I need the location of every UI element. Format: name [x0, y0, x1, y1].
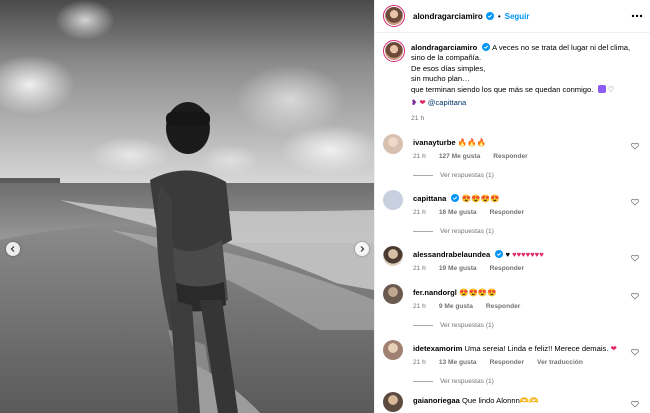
- commenter-avatar[interactable]: [383, 246, 403, 266]
- red-heart-emoji: ❤: [610, 344, 617, 353]
- post-photo[interactable]: [0, 0, 374, 413]
- caption-line: De esos días simples,: [411, 63, 486, 73]
- heart-outline-icon[interactable]: [631, 254, 639, 262]
- comment-time: 21 h: [413, 209, 426, 216]
- reply-button[interactable]: Responder: [490, 265, 524, 272]
- commenter-username[interactable]: ivanayturbe: [413, 138, 456, 147]
- commenter-avatar[interactable]: [383, 392, 403, 412]
- caption-mention-link[interactable]: @capittana: [428, 98, 467, 108]
- heart-outline-icon[interactable]: [631, 198, 639, 206]
- more-options-icon[interactable]: [631, 10, 643, 22]
- comment-likes[interactable]: 127 Me gusta: [439, 153, 480, 160]
- comment-text: Uma sereia! Linda e feliz!! Merece demai…: [464, 344, 609, 353]
- comment-time: 21 h: [413, 153, 426, 160]
- caption-line: que terminan siendo los que más se queda…: [411, 84, 594, 94]
- comments-scroll-area[interactable]: alondragarciamiro A veces no se trata de…: [375, 34, 650, 413]
- comment-likes[interactable]: 13 Me gusta: [439, 359, 477, 366]
- separator-dot: •: [497, 11, 501, 21]
- post-details-panel: alondragarciamiro • Seguir alondragarcia…: [374, 0, 650, 413]
- black-heart-emoji: ♥: [505, 250, 511, 259]
- view-replies-button[interactable]: Ver respuestas (1): [413, 172, 494, 179]
- previous-image-button[interactable]: [6, 242, 20, 256]
- author-avatar[interactable]: [383, 5, 405, 27]
- comment-time: 21 h: [413, 359, 426, 366]
- comment-text: 🔥🔥🔥: [457, 138, 487, 147]
- caption-line: sin mucho plan…: [411, 74, 470, 84]
- verified-badge-icon: [451, 194, 460, 202]
- comment-text: Que lindo Alonnn🫶🫶: [461, 396, 539, 405]
- red-heart-emoji: ❤: [419, 98, 426, 108]
- translate-button[interactable]: Ver traducción: [537, 359, 583, 366]
- caption-line: A veces no se trata del lugar ni del cli…: [492, 43, 631, 52]
- comment-likes[interactable]: 9 Me gusta: [439, 303, 473, 310]
- commenter-avatar[interactable]: [383, 134, 403, 154]
- heart-outline-icon[interactable]: [631, 348, 639, 356]
- post-modal: alondragarciamiro • Seguir alondragarcia…: [0, 0, 650, 413]
- commenter-username[interactable]: idetexamorim: [413, 344, 462, 353]
- next-image-button[interactable]: [355, 242, 369, 256]
- comment-text: 😍😍😍😍: [461, 194, 500, 203]
- comment-text: 😍😍😍😍: [459, 288, 497, 297]
- follow-button[interactable]: Seguir: [505, 12, 530, 21]
- commenter-avatar[interactable]: [383, 340, 403, 360]
- view-replies-button[interactable]: Ver respuestas (1): [413, 378, 494, 385]
- chevron-left-icon: [10, 246, 15, 252]
- commenter-username[interactable]: capittana: [413, 194, 446, 203]
- comment-text: ♥♥♥♥♥♥♥: [512, 250, 544, 259]
- heart-outline-icon[interactable]: [631, 142, 639, 150]
- verified-badge-icon: [485, 12, 494, 20]
- commenter-avatar[interactable]: [383, 190, 403, 210]
- view-replies-button[interactable]: Ver respuestas (1): [413, 228, 494, 235]
- commenter-username[interactable]: fer.nandorgl: [413, 288, 457, 297]
- caption-timestamp: 21 h: [411, 115, 425, 123]
- comment-likes[interactable]: 16 Me gusta: [439, 209, 477, 216]
- caption-author-avatar[interactable]: [383, 40, 405, 62]
- caption-username[interactable]: alondragarciamiro: [411, 43, 477, 52]
- caption-line: sino de la compañía.: [411, 53, 482, 63]
- author-username[interactable]: alondragarciamiro: [413, 12, 483, 21]
- verified-badge-icon: [495, 250, 504, 258]
- comment-time: 21 h: [413, 303, 426, 310]
- heart-outline-icon[interactable]: [631, 400, 639, 408]
- heart-outline-icon[interactable]: [631, 292, 639, 300]
- reply-button[interactable]: Responder: [486, 303, 520, 310]
- verified-badge-icon: [482, 43, 491, 51]
- comment-time: 21 h: [413, 265, 426, 272]
- white-heart-emoji: ♡: [607, 84, 615, 94]
- purple-heart-emoji: [597, 84, 606, 93]
- reply-button[interactable]: Responder: [490, 209, 524, 216]
- reply-button[interactable]: Responder: [493, 153, 527, 160]
- view-replies-button[interactable]: Ver respuestas (1): [413, 322, 494, 329]
- post-header: alondragarciamiro • Seguir: [375, 0, 650, 33]
- reply-button[interactable]: Responder: [490, 359, 524, 366]
- beach-photo-image: [0, 0, 374, 413]
- comment-likes[interactable]: 19 Me gusta: [439, 265, 477, 272]
- chevron-right-icon: [360, 246, 365, 252]
- commenter-username[interactable]: gaianoriegaa: [413, 396, 460, 405]
- commenter-avatar[interactable]: [383, 284, 403, 304]
- devil-emoji: ❥: [411, 98, 418, 108]
- commenter-username[interactable]: alessandrabelaundea: [413, 250, 490, 259]
